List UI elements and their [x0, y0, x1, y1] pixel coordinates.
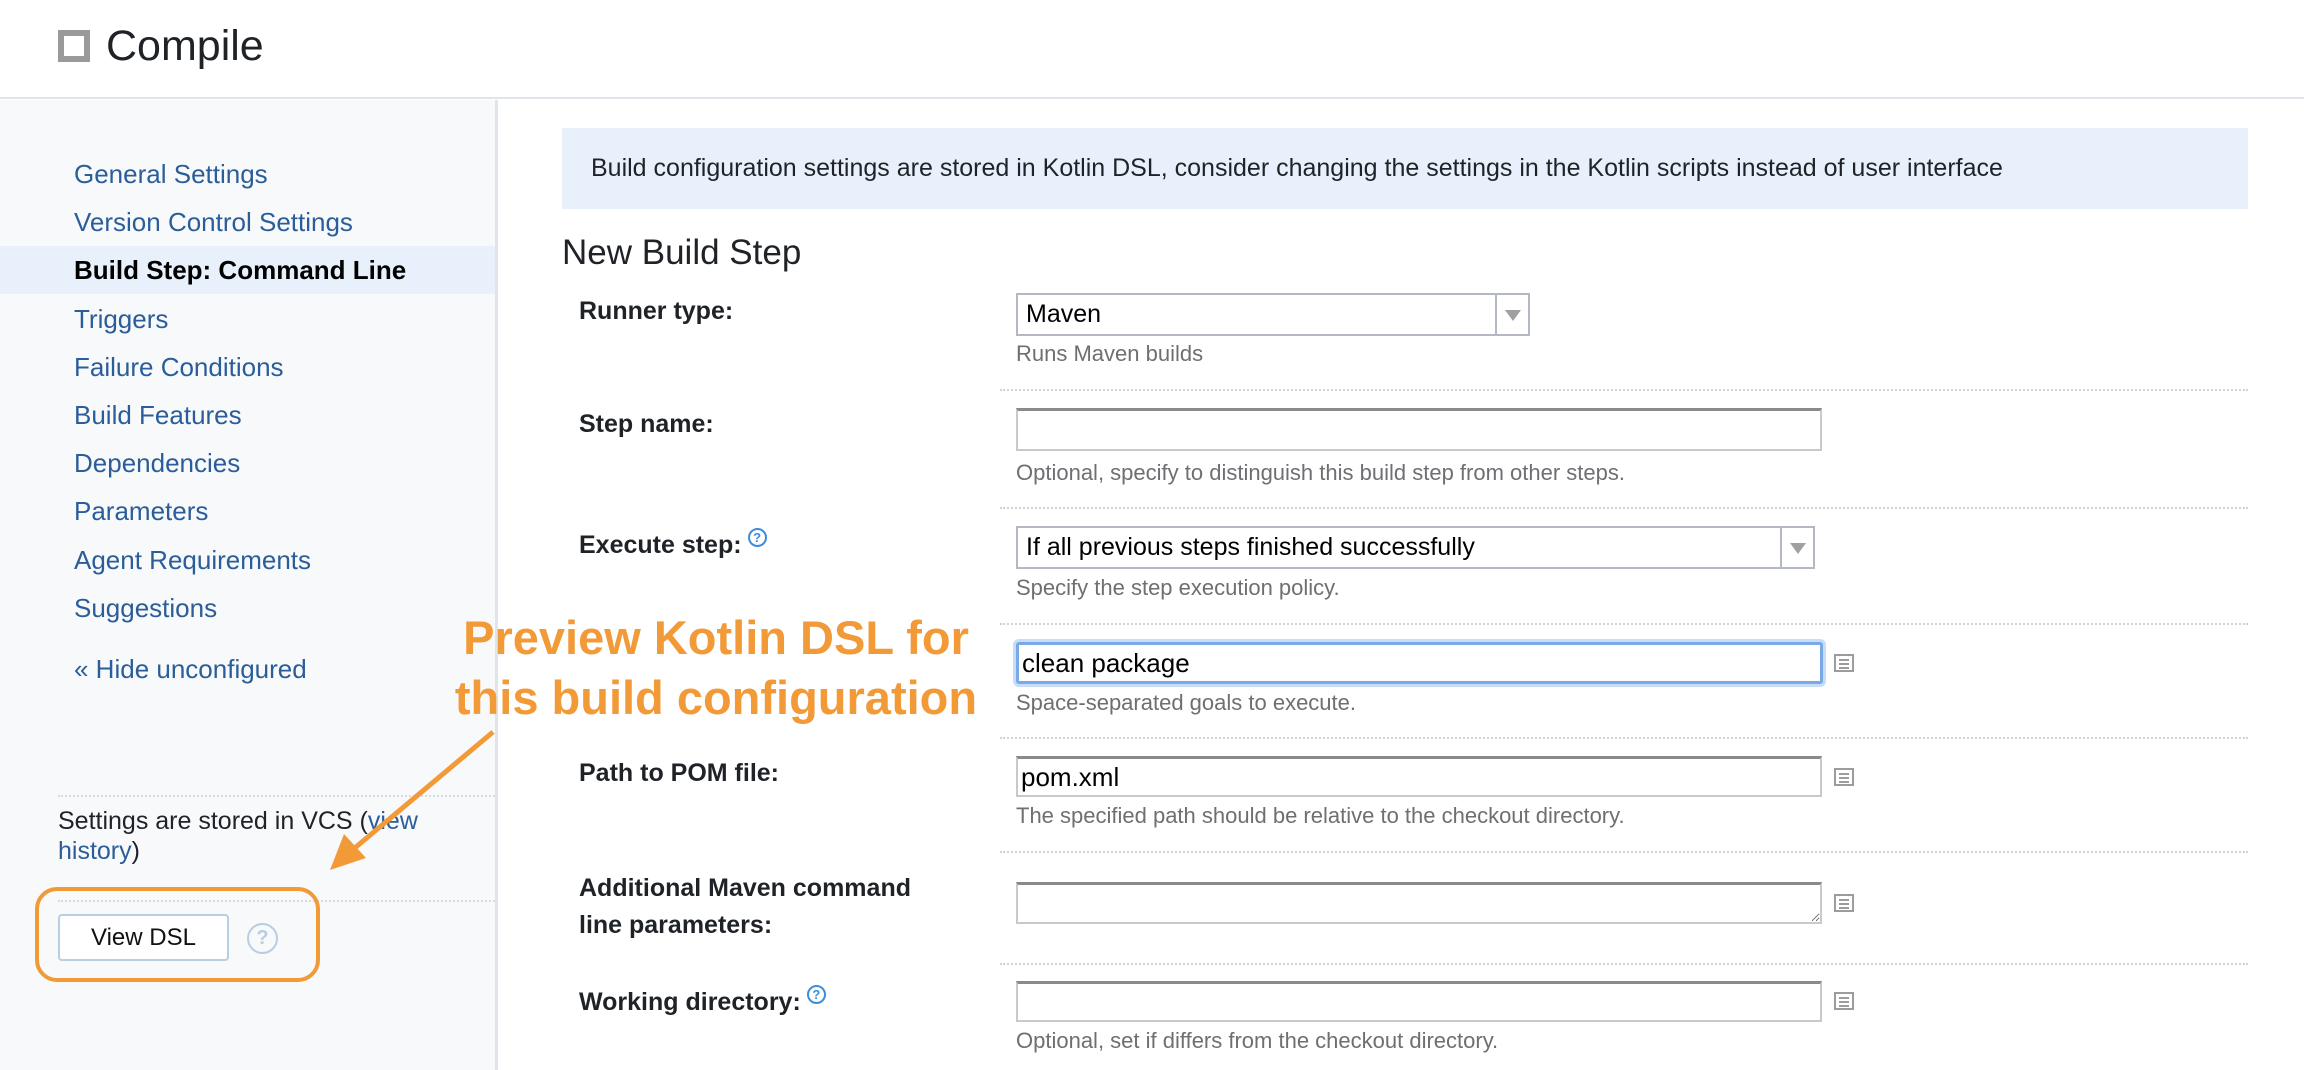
additional-params-label-line2: line parameters: [579, 911, 773, 939]
section-title: New Build Step [562, 233, 802, 272]
working-dir-hint: Optional, set if differs from the checko… [1016, 1028, 1499, 1053]
kotlin-dsl-banner: Build configuration settings are stored … [562, 128, 2248, 209]
list-icon[interactable] [1834, 654, 1854, 672]
pom-path-hint: The specified path should be relative to… [1016, 803, 1625, 828]
sidebar-item-triggers[interactable]: Triggers [0, 295, 495, 343]
help-icon[interactable]: ? [747, 528, 767, 547]
pom-path-label: Path to POM file: [579, 759, 779, 787]
square-outline-icon [58, 30, 90, 62]
additional-params-label-line1: Additional Maven command [579, 874, 911, 902]
row-divider [1000, 389, 2248, 391]
step-name-input[interactable] [1016, 408, 1822, 451]
additional-params-textarea[interactable] [1016, 882, 1822, 924]
list-icon[interactable] [1834, 992, 1854, 1010]
sidebar-item-dependencies[interactable]: Dependencies [0, 439, 495, 487]
runner-type-label: Runner type: [579, 297, 734, 325]
annotation-callout: Preview Kotlin DSL for this build configu… [436, 608, 996, 728]
execute-step-hint: Specify the step execution policy. [1016, 575, 1340, 600]
annotation-line2: this build configuration [454, 671, 978, 724]
dropdown-toggle[interactable] [1780, 528, 1813, 567]
list-icon[interactable] [1834, 894, 1854, 912]
sidebar-item-build-step[interactable]: Build Step: Command Line [0, 246, 495, 294]
working-dir-input[interactable] [1016, 981, 1822, 1022]
hide-unconfigured-link[interactable]: « Hide unconfigured [0, 645, 495, 693]
page-title: Compile [106, 22, 264, 70]
sidebar-item-build-features[interactable]: Build Features [0, 391, 495, 439]
row-divider [1000, 737, 2248, 739]
working-dir-label: Working directory:? [579, 984, 826, 1021]
vcs-text-suffix: ) [131, 837, 140, 865]
row-divider [1000, 963, 2248, 965]
execute-step-select[interactable]: If all previous steps finished successfu… [1016, 526, 1815, 569]
main-content: Build configuration settings are stored … [501, 100, 2304, 1070]
annotation-highlight-box [35, 887, 320, 982]
sidebar-item-agent-requirements[interactable]: Agent Requirements [0, 536, 495, 584]
chevron-down-icon [1790, 543, 1806, 554]
annotation-line1: Preview Kotlin DSL for [463, 611, 969, 664]
row-divider [1000, 623, 2248, 625]
vcs-status-text: Settings are stored in VCS (view history… [58, 806, 478, 866]
sidebar-item-parameters[interactable]: Parameters [0, 487, 495, 535]
pom-path-input[interactable] [1016, 756, 1822, 797]
vcs-text-prefix: Settings are stored in VCS ( [58, 807, 368, 835]
sidebar-item-failure-conditions[interactable]: Failure Conditions [0, 343, 495, 391]
sidebar-item-version-control-settings[interactable]: Version Control Settings [0, 198, 495, 246]
runner-type-select[interactable]: Maven [1016, 293, 1530, 336]
sidebar-item-general-settings[interactable]: General Settings [0, 150, 495, 198]
execute-step-label-text: Execute step: [579, 531, 742, 559]
chevron-down-icon [1505, 310, 1521, 321]
execute-step-label: Execute step:? [579, 527, 767, 564]
page-header: Compile [0, 0, 2304, 99]
working-dir-label-text: Working directory: [579, 988, 801, 1016]
sidebar-divider [58, 795, 495, 797]
sidebar-item-suggestions[interactable]: Suggestions [0, 584, 495, 632]
goals-input[interactable] [1016, 642, 1823, 684]
row-divider [1000, 507, 2248, 509]
additional-params-label: Additional Maven command line parameters: [579, 870, 911, 944]
help-icon[interactable]: ? [806, 985, 826, 1004]
list-icon[interactable] [1834, 768, 1854, 786]
dropdown-toggle[interactable] [1495, 295, 1528, 334]
goals-hint: Space-separated goals to execute. [1016, 690, 1357, 715]
step-name-label: Step name: [579, 410, 714, 438]
runner-type-value: Maven [1026, 300, 1102, 328]
runner-type-hint: Runs Maven builds [1016, 341, 1204, 366]
row-divider [1000, 851, 2248, 853]
step-name-hint: Optional, specify to distinguish this bu… [1016, 460, 1625, 485]
execute-step-value: If all previous steps finished successfu… [1026, 533, 1475, 561]
